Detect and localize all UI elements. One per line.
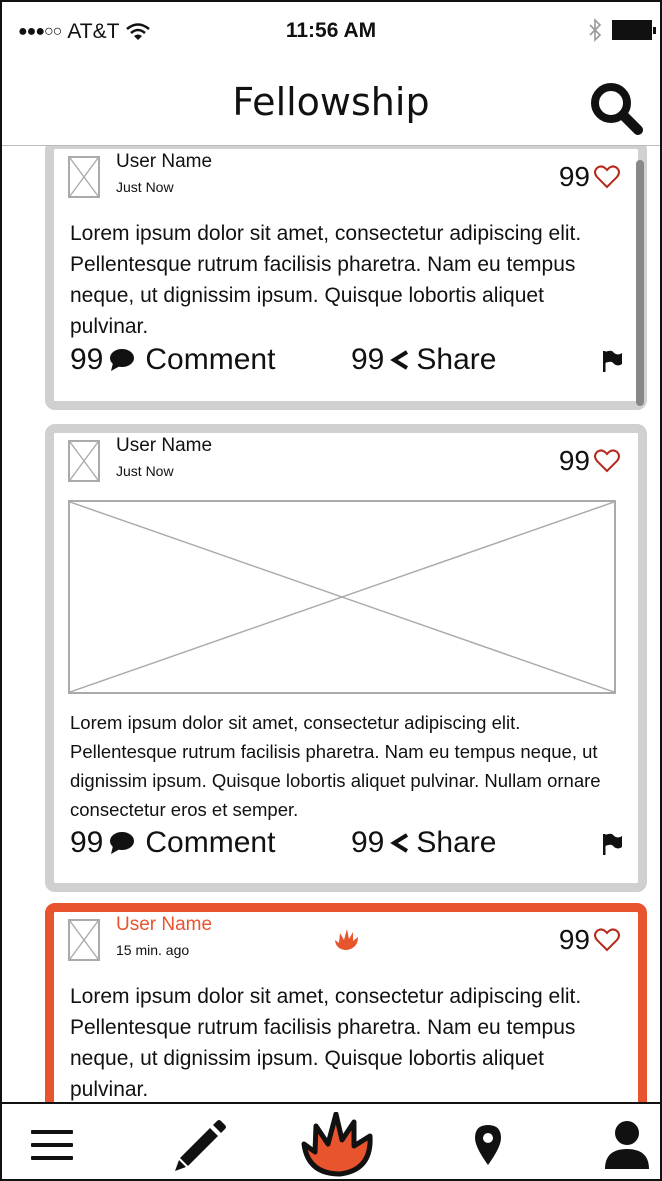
share-button[interactable]: 99 Share — [351, 826, 496, 860]
profile-icon[interactable] — [603, 1119, 651, 1171]
user-name[interactable]: User Name — [116, 914, 212, 936]
comment-icon — [110, 832, 135, 854]
share-count: 99 — [351, 826, 385, 859]
like-button[interactable]: 99 — [559, 924, 620, 956]
share-label: Share — [416, 343, 497, 376]
flame-icon — [335, 929, 358, 950]
status-bar: ●●●○○ AT&T 11:56 AM — [2, 2, 660, 62]
user-name[interactable]: User Name — [116, 435, 212, 457]
comment-button[interactable]: 99 Comment — [70, 343, 275, 377]
post-actions: 99 Comment 99 Share — [70, 343, 624, 383]
battery-icon — [612, 20, 656, 40]
post-time: 15 min. ago — [116, 942, 190, 958]
bluetooth-icon — [589, 18, 602, 42]
user-avatar[interactable] — [68, 440, 100, 482]
tab-profile[interactable] — [600, 1114, 654, 1176]
share-label: Share — [416, 826, 497, 859]
tab-compose[interactable] — [166, 1114, 236, 1176]
search-icon[interactable] — [586, 78, 646, 138]
flag-icon[interactable] — [600, 349, 624, 373]
like-count: 99 — [558, 924, 590, 955]
post-image[interactable] — [68, 500, 616, 694]
like-count: 99 — [558, 161, 590, 192]
comment-count: 99 — [70, 343, 104, 376]
share-button[interactable]: 99 Share — [351, 343, 496, 377]
flame-icon[interactable] — [298, 1112, 378, 1178]
share-icon — [390, 350, 409, 370]
like-button[interactable]: 99 — [559, 161, 620, 193]
tab-menu[interactable] — [26, 1114, 78, 1176]
tab-location[interactable] — [466, 1114, 510, 1176]
post-time: Just Now — [116, 179, 174, 195]
page-title: Fellowship — [232, 80, 430, 124]
heart-icon[interactable] — [594, 449, 620, 473]
flag-icon[interactable] — [600, 832, 624, 856]
user-avatar[interactable] — [68, 156, 100, 198]
menu-icon[interactable] — [29, 1125, 75, 1165]
like-button[interactable]: 99 — [559, 445, 620, 477]
like-count: 99 — [558, 445, 590, 476]
user-name[interactable]: User Name — [116, 151, 212, 173]
post-text: Lorem ipsum dolor sit amet, consectetur … — [70, 222, 582, 338]
post-text: Lorem ipsum dolor sit amet, consectetur … — [70, 712, 601, 820]
pencil-icon[interactable] — [172, 1116, 230, 1174]
post-card-hot[interactable]: User Name 15 min. ago 99 Lorem ipsum dol… — [45, 903, 647, 1102]
status-time: 11:56 AM — [285, 19, 377, 42]
post-actions: 99 Comment 99 Share — [70, 826, 624, 866]
comment-label: Comment — [145, 343, 276, 376]
comment-count: 99 — [70, 826, 104, 859]
post-time: Just Now — [116, 463, 174, 479]
heart-icon[interactable] — [594, 165, 620, 189]
post-text: Lorem ipsum dolor sit amet, consectetur … — [70, 985, 582, 1101]
scrollbar[interactable] — [636, 160, 644, 406]
tab-hot[interactable] — [298, 1112, 378, 1178]
tab-bar — [2, 1102, 660, 1179]
nav-bar: Fellowship — [2, 62, 660, 146]
comment-icon — [110, 349, 135, 371]
feed-list[interactable]: User Name Just Now 99 Lorem ipsum dolor … — [2, 146, 660, 1102]
comment-button[interactable]: 99 Comment — [70, 826, 275, 860]
post-card[interactable]: User Name Just Now 99 Lorem ipsum dolor … — [45, 146, 647, 410]
share-icon — [390, 833, 409, 853]
share-count: 99 — [351, 343, 385, 376]
location-pin-icon[interactable] — [473, 1123, 503, 1167]
status-right — [588, 18, 656, 42]
heart-icon[interactable] — [594, 928, 620, 952]
user-avatar[interactable] — [68, 919, 100, 961]
post-card[interactable]: User Name Just Now 99 Lorem ipsum dolor … — [45, 424, 647, 892]
comment-label: Comment — [145, 826, 276, 859]
app-screen: ●●●○○ AT&T 11:56 AM Fellowship User Name… — [0, 0, 662, 1181]
